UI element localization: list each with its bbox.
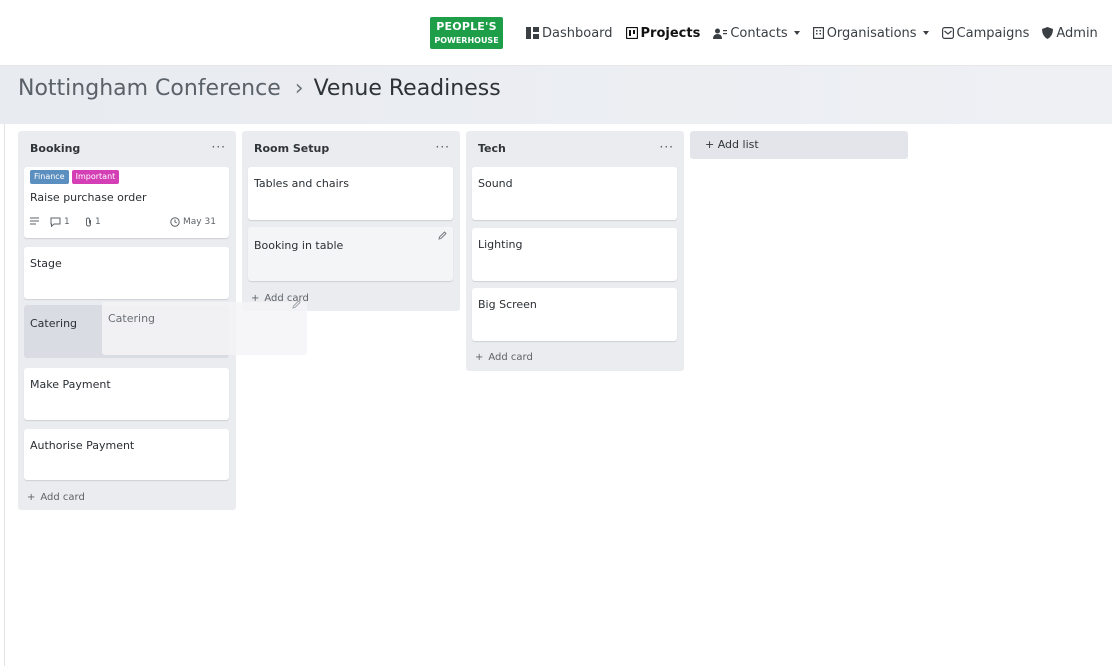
card-tables-and-chairs[interactable]: Tables and chairs (248, 167, 453, 220)
plus-icon: + (27, 492, 36, 503)
top-navbar: PEOPLE'S POWERHOUSE Dashboard Projects C… (0, 0, 1112, 66)
attachments-indicator: 1 (85, 217, 101, 227)
card-sound[interactable]: Sound (472, 167, 677, 220)
pencil-icon (292, 300, 301, 309)
card-big-screen[interactable]: Big Screen (472, 288, 677, 341)
chevron-down-icon (793, 31, 800, 35)
clock-icon (170, 217, 180, 227)
card-title: Authorise Payment (30, 439, 135, 452)
building-icon (812, 27, 824, 39)
page-title: Venue Readiness (313, 76, 501, 101)
contacts-icon (713, 28, 728, 39)
kanban-board: Booking ··· Finance Important Raise purc… (4, 124, 1112, 666)
add-card-button[interactable]: + Add card (27, 492, 85, 503)
due-date-indicator: May 31 (170, 217, 216, 227)
list-menu-icon[interactable]: ··· (212, 140, 226, 154)
projects-icon (625, 27, 638, 39)
list-title: Room Setup (254, 142, 330, 155)
main-nav: Dashboard Projects Contacts Organisation… (526, 0, 1111, 66)
card-raise-purchase-order[interactable]: Finance Important Raise purchase order 1… (24, 167, 229, 238)
card-stage[interactable]: Stage (24, 247, 229, 299)
comments-indicator: 1 (50, 217, 70, 227)
card-title: Sound (478, 177, 513, 190)
card-title: Catering (30, 317, 78, 330)
chevron-down-icon (922, 31, 929, 35)
add-card-button[interactable]: + Add card (475, 352, 533, 363)
card-make-payment[interactable]: Make Payment (24, 368, 229, 420)
breadcrumb: Nottingham Conference › Venue Readiness (18, 76, 501, 101)
card-title: Lighting (478, 238, 523, 251)
pencil-icon[interactable] (438, 231, 447, 240)
description-icon (30, 217, 39, 225)
paperclip-icon (86, 217, 91, 227)
shield-icon (1042, 27, 1054, 39)
dragging-card-catering[interactable]: Catering (102, 300, 307, 355)
list-menu-icon[interactable]: ··· (660, 140, 674, 154)
nav-projects[interactable]: Projects (625, 26, 700, 41)
card-meta: 1 1 May 31 (30, 217, 223, 229)
nav-dashboard[interactable]: Dashboard (526, 26, 613, 41)
card-title: Make Payment (30, 378, 111, 391)
card-title: Raise purchase order (30, 191, 147, 204)
comment-icon (50, 217, 61, 227)
board-header: Nottingham Conference › Venue Readiness (0, 66, 1112, 124)
list-title: Tech (478, 142, 506, 155)
nav-admin[interactable]: Admin (1042, 26, 1098, 41)
card-lighting[interactable]: Lighting (472, 228, 677, 281)
add-list-button[interactable]: + Add list (690, 131, 908, 159)
list-title: Booking (30, 142, 81, 155)
list-menu-icon[interactable]: ··· (436, 140, 450, 154)
card-labels: Finance Important (30, 170, 122, 184)
card-title: Big Screen (478, 298, 537, 311)
breadcrumb-parent[interactable]: Nottingham Conference (18, 76, 281, 101)
description-indicator (30, 217, 42, 225)
dashboard-icon (526, 27, 539, 39)
card-booking-in-table[interactable]: Booking in table (248, 227, 453, 281)
card-title: Stage (30, 257, 62, 270)
card-authorise-payment[interactable]: Authorise Payment (24, 429, 229, 480)
list-room-setup: Room Setup ··· Tables and chairs Booking… (242, 131, 460, 311)
label-important: Important (71, 170, 120, 184)
card-title: Catering (108, 312, 156, 325)
nav-campaigns[interactable]: Campaigns (941, 26, 1029, 41)
plus-icon: + (705, 138, 718, 151)
breadcrumb-separator: › (294, 76, 304, 101)
peoples-powerhouse-logo[interactable]: PEOPLE'S POWERHOUSE (430, 17, 503, 49)
campaigns-icon (941, 27, 954, 39)
card-title: Tables and chairs (254, 177, 349, 190)
plus-icon: + (475, 352, 484, 363)
nav-organisations[interactable]: Organisations (812, 26, 929, 41)
label-finance: Finance (30, 170, 69, 184)
card-title: Booking in table (254, 239, 344, 252)
list-tech: Tech ··· Sound Lighting Big Screen + Add … (466, 131, 684, 371)
nav-contacts[interactable]: Contacts (713, 26, 800, 41)
